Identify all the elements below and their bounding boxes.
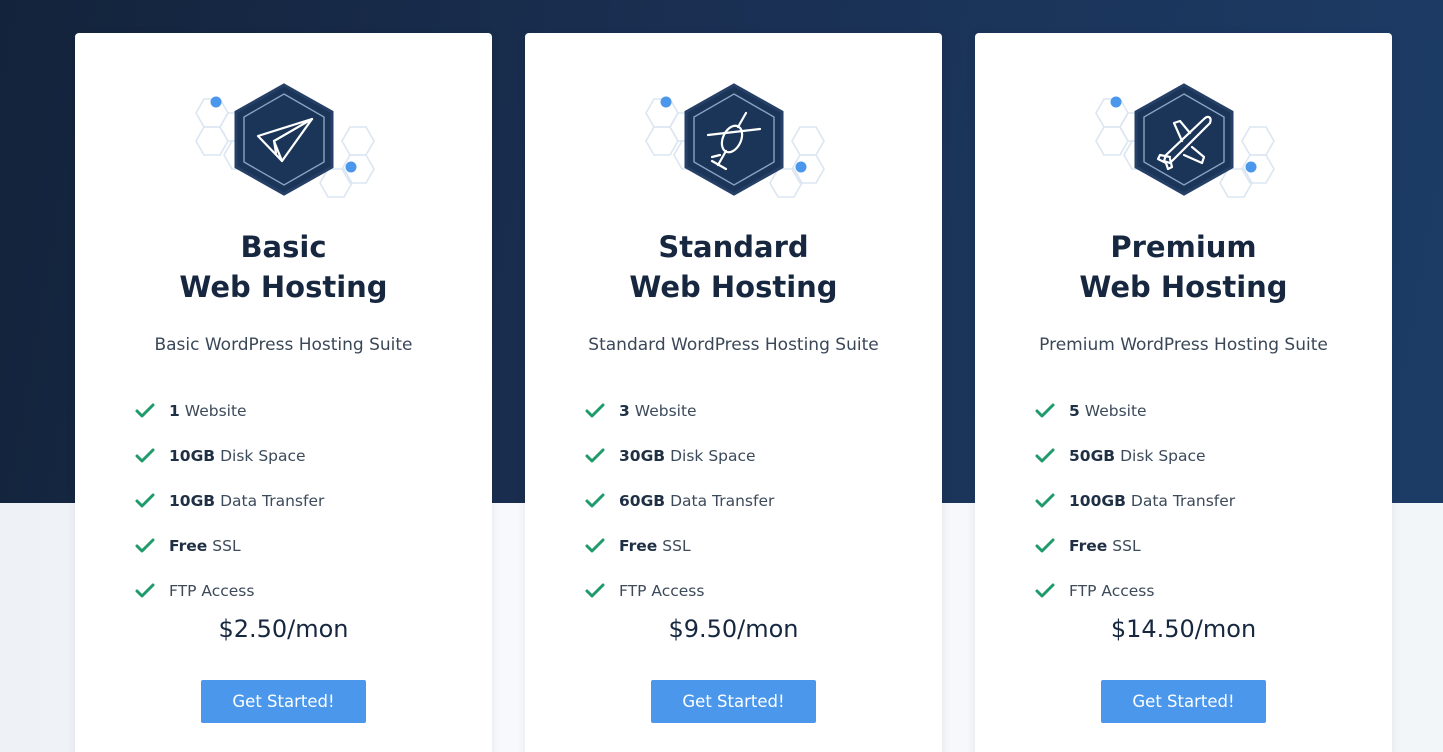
plan-price: $9.50/mon	[668, 615, 799, 643]
list-item: 30GB Disk Space	[585, 433, 905, 478]
plan-card-premium: Premium Web Hosting Premium WordPress Ho…	[975, 33, 1392, 752]
plan-price: $2.50/mon	[218, 615, 349, 643]
paper-plane-icon	[195, 83, 375, 198]
list-item: 10GB Disk Space	[135, 433, 455, 478]
plan-card-standard: Standard Web Hosting Standard WordPress …	[525, 33, 942, 752]
feature-list: 1 Website 10GB Disk Space 10GB Data Transfe…	[135, 388, 455, 613]
check-icon	[585, 535, 619, 557]
check-icon	[135, 400, 169, 422]
list-item: 60GB Data Transfer	[585, 478, 905, 523]
pricing-cards: Basic Web Hosting Basic WordPress Hostin…	[0, 0, 1443, 752]
get-started-button[interactable]: Get Started!	[201, 680, 366, 723]
check-icon	[1035, 490, 1069, 512]
list-item: Free SSL	[1035, 523, 1355, 568]
list-item: Free SSL	[585, 523, 905, 568]
airplane-icon	[1095, 83, 1275, 198]
plan-subtitle: Standard WordPress Hosting Suite	[588, 335, 879, 355]
list-item: 50GB Disk Space	[1035, 433, 1355, 478]
list-item: 1 Website	[135, 388, 455, 433]
list-item: FTP Access	[585, 568, 905, 613]
helicopter-icon	[645, 83, 825, 198]
check-icon	[585, 400, 619, 422]
list-item: FTP Access	[1035, 568, 1355, 613]
plan-title: Basic Web Hosting	[179, 230, 388, 304]
list-item: 5 Website	[1035, 388, 1355, 433]
check-icon	[585, 490, 619, 512]
get-started-button[interactable]: Get Started!	[1101, 680, 1266, 723]
check-icon	[135, 535, 169, 557]
check-icon	[585, 580, 619, 602]
list-item: FTP Access	[135, 568, 455, 613]
check-icon	[1035, 535, 1069, 557]
check-icon	[135, 490, 169, 512]
plan-subtitle: Basic WordPress Hosting Suite	[154, 335, 413, 355]
get-started-button[interactable]: Get Started!	[651, 680, 816, 723]
plan-card-basic: Basic Web Hosting Basic WordPress Hostin…	[75, 33, 492, 752]
plan-title: Premium Web Hosting	[1079, 230, 1288, 304]
plan-subtitle: Premium WordPress Hosting Suite	[1039, 335, 1328, 355]
list-item: Free SSL	[135, 523, 455, 568]
check-icon	[1035, 400, 1069, 422]
check-icon	[135, 445, 169, 467]
feature-list: 5 Website 50GB Disk Space 100GB Data Transf…	[1035, 388, 1355, 613]
list-item: 10GB Data Transfer	[135, 478, 455, 523]
check-icon	[585, 445, 619, 467]
check-icon	[1035, 580, 1069, 602]
list-item: 3 Website	[585, 388, 905, 433]
check-icon	[135, 580, 169, 602]
list-item: 100GB Data Transfer	[1035, 478, 1355, 523]
check-icon	[1035, 445, 1069, 467]
feature-list: 3 Website 30GB Disk Space 60GB Data Transfe…	[585, 388, 905, 613]
plan-title: Standard Web Hosting	[629, 230, 838, 304]
plan-price: $14.50/mon	[1110, 615, 1257, 643]
